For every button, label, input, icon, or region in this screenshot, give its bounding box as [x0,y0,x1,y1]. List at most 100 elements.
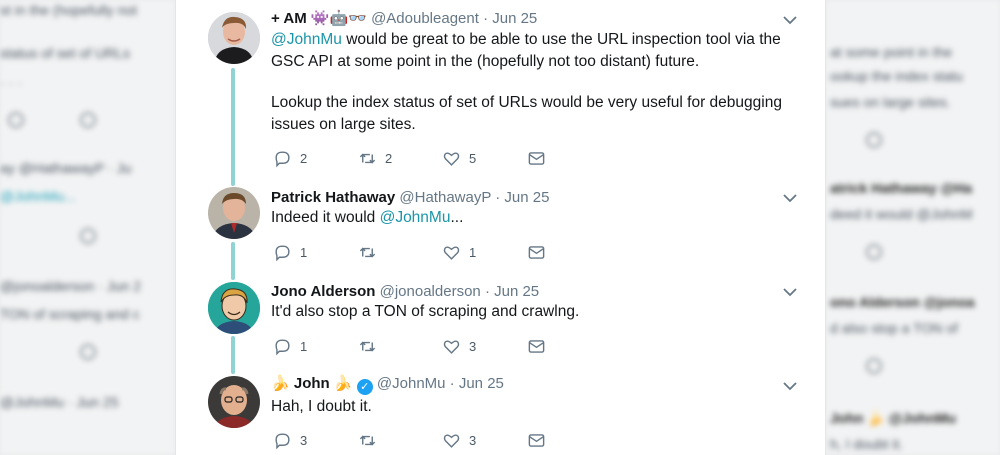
retweet-button[interactable] [358,336,385,356]
tweet-text: It'd also stop a TON of scraping and cra… [271,303,580,320]
envelope-icon [528,151,545,165]
avatar[interactable] [208,376,260,428]
tweet-header: + AM 👾🤖👓 @Adoubleagent · Jun 25 [271,9,537,29]
tweet-text-body: ... [450,209,464,226]
banana-emoji: 🍌 [333,375,353,392]
user-handle[interactable]: @HathawayP [399,189,491,206]
display-name[interactable]: + AM [271,10,307,27]
bg-icon [80,344,96,360]
reply-count: 3 [300,432,308,448]
bg-text: atrick Hathaway @Ha [830,180,973,196]
separator-dot: · [495,189,501,206]
avatar[interactable] [208,12,260,64]
retweet-button[interactable]: 2 [358,148,392,168]
envelope-icon [528,245,545,259]
reply-count: 2 [300,150,308,166]
heart-icon [443,339,460,354]
bg-text: at some point in the [830,44,953,60]
bg-text: @jonoalderson · Jun 2 [0,278,142,294]
reply-button[interactable]: 2 [273,148,307,168]
chevron-down-icon[interactable] [782,12,798,28]
envelope-icon [528,433,545,447]
display-name[interactable]: Jono Alderson [271,283,375,300]
tweet-text-body: Indeed it would [271,209,380,226]
retweet-icon [359,341,376,351]
tweet-thread: + AM 👾🤖👓 @Adoubleagent · Jun 25 @JohnMu … [175,0,826,455]
background-right-blur: at some point in the ookup the index sta… [826,0,1000,455]
chevron-down-icon[interactable] [782,378,798,394]
like-button[interactable]: 5 [442,148,476,168]
separator-dot: · [483,10,489,27]
tweet-text-body: would be great to be able to use the URL… [271,31,781,70]
dm-button[interactable] [527,430,546,450]
tweet-header: Jono Alderson @jonoalderson · Jun 25 [271,282,539,302]
reply-button[interactable]: 1 [273,336,307,356]
user-handle[interactable]: @jonoalderson [380,283,481,300]
like-button[interactable]: 3 [442,430,476,450]
chevron-down-icon[interactable] [782,284,798,300]
thread-connector [231,242,235,280]
bg-text: ono Alderson @jonoa [830,294,975,310]
mention-link[interactable]: @JohnMu [380,209,451,226]
reply-count: 1 [300,338,308,354]
thread-connector [231,336,235,374]
name-emojis: 👾🤖👓 [310,10,367,27]
retweet-icon [359,435,376,445]
tweet-text: Indeed it would @JohnMu... [271,207,791,229]
bg-text: h, I doubt it. [830,436,904,452]
reply-button[interactable]: 1 [273,242,307,262]
bg-icon [866,244,882,260]
tweet-date[interactable]: Jun 25 [459,375,504,392]
dm-button[interactable] [527,336,546,356]
chevron-down-icon[interactable] [782,190,798,206]
reply-icon [275,244,290,261]
tweet-header: Patrick Hathaway @HathawayP · Jun 25 [271,188,549,208]
bg-text: TON of scraping and c [0,306,140,322]
reply-button[interactable]: 3 [273,430,307,450]
bg-text: d also stop a TON of [830,320,958,336]
separator-dot: · [449,375,455,392]
bg-icon [80,112,96,128]
bg-text: @JohnMu · Jun 25 [0,394,119,410]
display-name[interactable]: John [294,375,330,392]
avatar[interactable] [208,282,260,334]
thread-connector [231,68,235,186]
like-button[interactable]: 1 [442,242,476,262]
avatar[interactable] [208,187,260,239]
tweet-date[interactable]: Jun 25 [492,10,537,27]
verified-badge-icon: ✓ [356,379,373,395]
bg-text: ookup the index statu [830,68,964,84]
retweet-button[interactable] [358,430,385,450]
banana-emoji: 🍌 [271,375,290,392]
bg-icon [866,358,882,374]
tweet-header: 🍌 John 🍌 ✓ @JohnMu · Jun 25 [271,374,504,395]
retweet-button[interactable] [358,242,385,262]
like-button[interactable]: 3 [442,336,476,356]
like-count: 1 [469,244,477,260]
bg-text: John 🍌 @JohnMu [830,410,956,426]
bg-text: ay @HathawayP · Ju [0,160,132,176]
user-handle[interactable]: @Adoubleagent [371,10,479,27]
user-handle[interactable]: @JohnMu [377,375,446,392]
bg-text: st in the (hopefully not [0,2,137,18]
mention-link[interactable]: @JohnMu [271,31,342,48]
like-count: 3 [469,432,477,448]
tweet-date[interactable]: Jun 25 [494,283,539,300]
dm-button[interactable] [527,242,546,262]
bg-icon [866,132,882,148]
reply-count: 1 [300,244,308,260]
tweet-text: Hah, I doubt it. [271,398,372,415]
retweet-icon [359,153,376,163]
display-name[interactable]: Patrick Hathaway [271,189,395,206]
like-count: 3 [469,338,477,354]
reply-icon [275,432,290,449]
bg-text: status of set of URLs [0,45,130,61]
tweet-text-paragraph: Lookup the index status of set of URLs w… [271,94,782,133]
reply-icon [275,150,290,167]
heart-icon [443,151,460,166]
tweet-date[interactable]: Jun 25 [504,189,549,206]
reply-icon [275,338,290,355]
retweet-icon [359,247,376,257]
envelope-icon [528,339,545,353]
dm-button[interactable] [527,148,546,168]
